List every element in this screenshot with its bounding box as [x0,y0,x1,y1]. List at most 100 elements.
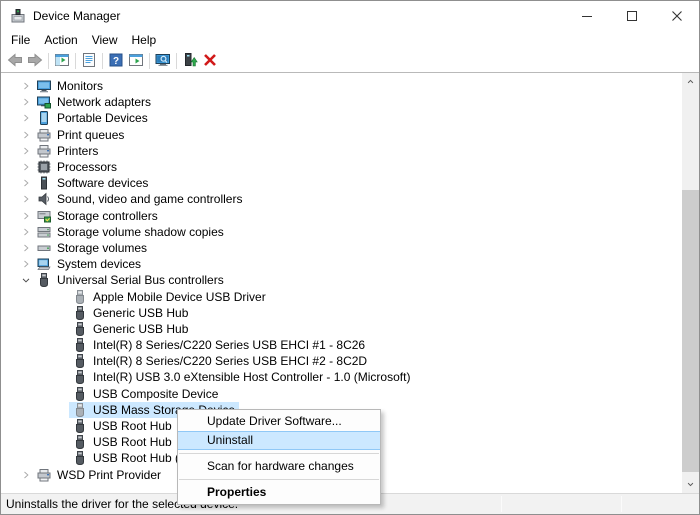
tree-item-body[interactable]: Universal Serial Bus controllers [33,272,228,288]
tree-item[interactable]: Storage controllers [1,208,699,224]
scroll-down-icon[interactable] [682,476,699,493]
usb-icon [36,272,52,288]
chevron-collapsed-icon[interactable] [19,191,33,207]
chevron-collapsed-icon[interactable] [19,208,33,224]
tree-item[interactable]: Intel(R) 8 Series/C220 Series USB EHCI #… [1,337,699,353]
tree-item[interactable]: Monitors [1,78,699,94]
context-menu: Update Driver Software...Uninstall Scan f… [177,409,381,505]
tree-item-body[interactable]: Generic USB Hub [69,321,192,337]
tree-item[interactable]: Printers [1,143,699,159]
tree-item-label: Intel(R) USB 3.0 eXtensible Host Control… [93,370,410,384]
tree-item[interactable]: Portable Devices [1,110,699,126]
tree-item-label: Intel(R) 8 Series/C220 Series USB EHCI #… [93,338,365,352]
tree-item-body[interactable]: Portable Devices [33,110,152,126]
svg-text:?: ? [113,56,119,67]
storage-volume-icon [36,240,52,256]
tree-item-body[interactable]: USB Root Hub [69,418,176,434]
close-button[interactable] [654,1,699,31]
menu-file[interactable]: File [4,31,37,50]
tree-item-label: Apple Mobile Device USB Driver [93,290,266,304]
chevron-collapsed-icon[interactable] [19,224,33,240]
tree-item-label: Storage controllers [57,209,158,223]
tree-item[interactable]: Universal Serial Bus controllers [1,272,699,288]
tree-item[interactable]: Generic USB Hub [1,321,699,337]
tree-item-body[interactable]: Software devices [33,175,152,191]
tree-item[interactable]: USB Composite Device [1,386,699,402]
help-button[interactable]: ? [106,51,126,71]
back-button[interactable] [5,51,25,71]
tree-item-body[interactable]: Print queues [33,127,128,143]
tree-item-body[interactable]: WSD Print Provider [33,467,165,483]
context-menu-item-uninstall[interactable]: Uninstall [178,431,380,450]
update-driver-button[interactable] [180,51,200,71]
context-menu-item-scan-for-hardware-changes[interactable]: Scan for hardware changes [178,457,380,476]
vertical-scrollbar[interactable] [682,73,699,493]
remote-assist-button[interactable] [153,51,173,71]
tree-item-body[interactable]: USB Composite Device [69,386,222,402]
chevron-collapsed-icon[interactable] [19,467,33,483]
menu-action[interactable]: Action [37,31,84,50]
chevron-collapsed-icon[interactable] [19,143,33,159]
chevron-collapsed-icon[interactable] [19,175,33,191]
menu-view[interactable]: View [85,31,125,50]
chevron-collapsed-icon[interactable] [19,240,33,256]
chevron-collapsed-icon[interactable] [19,110,33,126]
tree-item[interactable]: Intel(R) 8 Series/C220 Series USB EHCI #… [1,353,699,369]
printer-icon [36,143,52,159]
chevron-collapsed-icon[interactable] [19,94,33,110]
tree-item[interactable]: Storage volumes [1,240,699,256]
uninstall-button[interactable] [200,51,220,71]
tree-item[interactable]: Processors [1,159,699,175]
tree-item[interactable]: System devices [1,256,699,272]
tree-item[interactable]: Sound, video and game controllers [1,191,699,207]
chevron-collapsed-icon[interactable] [19,78,33,94]
minimize-button[interactable] [564,1,609,31]
tree-item-body[interactable]: Intel(R) 8 Series/C220 Series USB EHCI #… [69,337,369,353]
scroll-up-icon[interactable] [682,73,699,90]
tree-item-body[interactable]: Intel(R) USB 3.0 eXtensible Host Control… [69,369,414,385]
properties-doc-button[interactable] [79,51,99,71]
menu-help[interactable]: Help [125,31,164,50]
tree-item-label: USB Root Hub [93,419,172,433]
tree-item[interactable]: Storage volume shadow copies [1,224,699,240]
tree-item[interactable]: Apple Mobile Device USB Driver [1,288,699,304]
chevron-placeholder [55,402,69,418]
tree-item-body[interactable]: Storage volume shadow copies [33,224,228,240]
tree-item[interactable]: Generic USB Hub [1,305,699,321]
scrollbar-thumb[interactable] [682,190,699,472]
tree-item-body[interactable]: Network adapters [33,94,155,110]
tree-item-body[interactable]: Intel(R) 8 Series/C220 Series USB EHCI #… [69,353,371,369]
forward-button[interactable] [25,51,45,71]
tree-item-body[interactable]: USB Root Hub [69,434,176,450]
tree-item-body[interactable]: Sound, video and game controllers [33,191,246,207]
tree-item-body[interactable]: Apple Mobile Device USB Driver [69,289,270,305]
tree-item-body[interactable]: System devices [33,256,145,272]
tree-item[interactable]: Print queues [1,127,699,143]
show-action-pane-button[interactable] [126,51,146,71]
tree-item[interactable]: Software devices [1,175,699,191]
tree-item[interactable]: Network adapters [1,94,699,110]
context-menu-item-update-driver-software[interactable]: Update Driver Software... [178,412,380,431]
printer-icon [36,127,52,143]
tree-item-label: Storage volumes [57,241,147,255]
tree-item[interactable]: Intel(R) USB 3.0 eXtensible Host Control… [1,369,699,385]
tree-item-body[interactable]: Storage volumes [33,240,151,256]
maximize-button[interactable] [609,1,654,31]
usb-light-icon [72,289,88,305]
chevron-placeholder [55,353,69,369]
chevron-collapsed-icon[interactable] [19,256,33,272]
tree-item-body[interactable]: Generic USB Hub [69,305,192,321]
chevron-placeholder [55,450,69,466]
tree-item-body[interactable]: Printers [33,143,102,159]
help-icon: ? [108,52,124,71]
tree-item-body[interactable]: Processors [33,159,121,175]
chevron-collapsed-icon[interactable] [19,159,33,175]
tree-item-body[interactable]: Storage controllers [33,208,162,224]
console-tree-button[interactable] [52,51,72,71]
chevron-collapsed-icon[interactable] [19,127,33,143]
context-menu-item-properties[interactable]: Properties [178,483,380,502]
portable-icon [36,110,52,126]
chevron-placeholder [55,369,69,385]
tree-item-body[interactable]: Monitors [33,78,107,94]
chevron-expanded-icon[interactable] [19,272,33,288]
